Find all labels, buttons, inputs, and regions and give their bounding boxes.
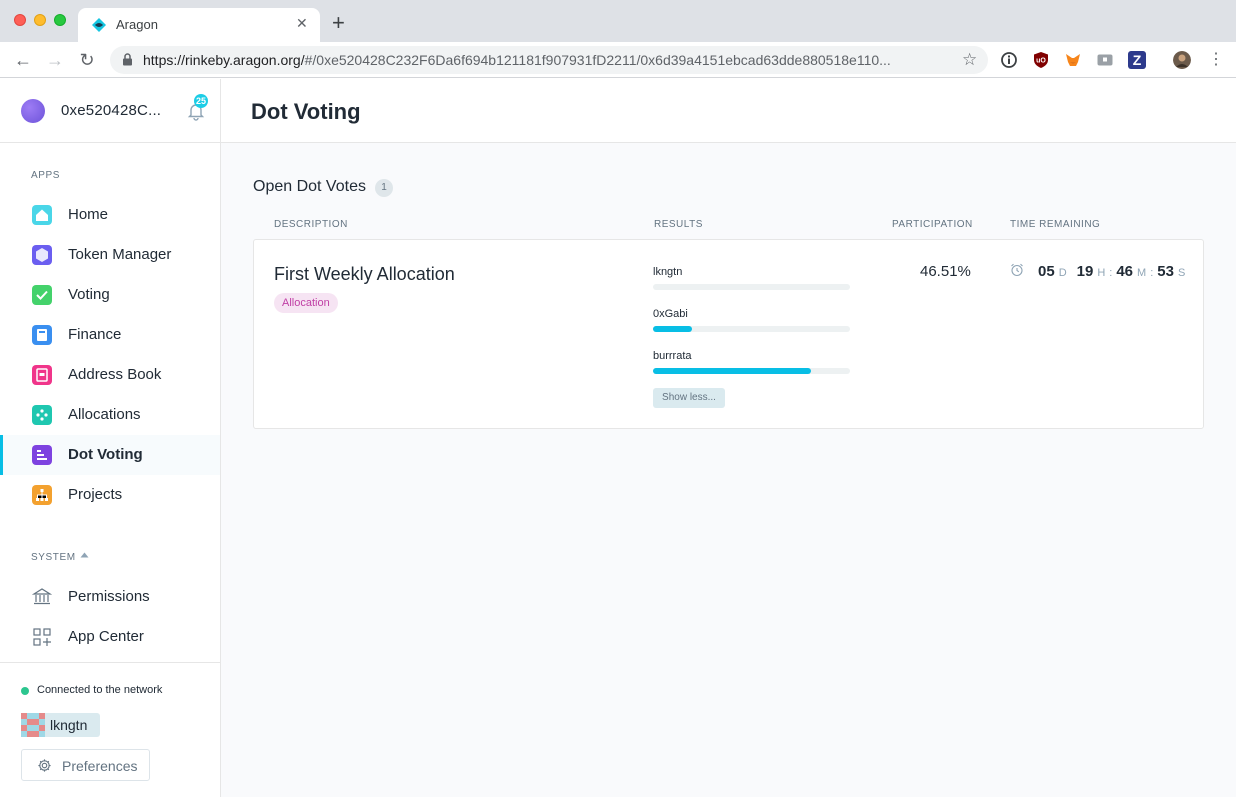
sidebar-item-label: Finance bbox=[68, 326, 122, 343]
sidebar-item-app-center[interactable]: App Center bbox=[0, 617, 220, 657]
browser-tabstrip: Aragon ✕ + bbox=[0, 0, 1236, 42]
zotero-extension-icon[interactable]: Z bbox=[1128, 51, 1146, 69]
voting-icon bbox=[32, 285, 52, 305]
result-bar-fill bbox=[653, 368, 811, 374]
column-header-description: DESCRIPTION bbox=[274, 219, 348, 230]
token-manager-icon bbox=[32, 245, 52, 265]
sidebar-item-label: Home bbox=[68, 206, 109, 223]
lock-icon bbox=[123, 53, 132, 66]
preferences-label: Preferences bbox=[62, 758, 138, 774]
column-header-time-remaining: TIME REMAINING bbox=[1010, 219, 1101, 230]
preferences-button[interactable]: Preferences bbox=[21, 749, 150, 781]
metamask-extension-icon[interactable] bbox=[1064, 51, 1082, 69]
tab-close-icon[interactable]: ✕ bbox=[296, 15, 308, 32]
chevron-up-icon[interactable] bbox=[80, 552, 89, 558]
participation-value: 46.51% bbox=[920, 263, 971, 280]
sidebar-item-permissions[interactable]: Permissions bbox=[0, 577, 220, 617]
sidebar-item-label: Voting bbox=[68, 286, 110, 303]
bank-icon bbox=[32, 588, 52, 605]
sidebar: 0xe520428C... 25 APPS Home Token Manager V… bbox=[0, 79, 221, 797]
apps-section-label: APPS bbox=[31, 170, 61, 181]
dot-voting-icon bbox=[32, 445, 52, 465]
svg-text:uO: uO bbox=[1036, 58, 1046, 65]
reload-icon[interactable]: ↻ bbox=[77, 50, 97, 70]
identicon-avatar bbox=[21, 713, 45, 737]
sidebar-item-projects[interactable]: Projects bbox=[0, 475, 220, 515]
system-section-label: SYSTEM bbox=[31, 552, 76, 563]
cast-extension-icon[interactable] bbox=[1096, 51, 1114, 69]
gear-icon bbox=[38, 759, 51, 772]
home-icon bbox=[32, 205, 52, 225]
address-bar[interactable]: https://rinkeby.aragon.org/#/0xe520428C2… bbox=[110, 46, 988, 74]
result-bar-track bbox=[653, 326, 850, 332]
sidebar-item-voting[interactable]: Voting bbox=[0, 275, 220, 315]
svg-text:Z: Z bbox=[1133, 52, 1142, 68]
sidebar-item-dot-voting[interactable]: Dot Voting bbox=[0, 435, 220, 475]
address-book-icon bbox=[32, 365, 52, 385]
sidebar-item-token-manager[interactable]: Token Manager bbox=[0, 235, 220, 275]
projects-icon bbox=[32, 485, 52, 505]
forward-icon[interactable]: → bbox=[45, 50, 65, 70]
window-zoom-button[interactable] bbox=[54, 14, 66, 26]
time-remaining: 05 D 19 H:46 M:53 S bbox=[1038, 263, 1186, 280]
vote-type-tag: Allocation bbox=[274, 293, 338, 313]
vote-row[interactable]: First Weekly Allocation Allocation lkngt… bbox=[253, 239, 1204, 429]
sidebar-item-finance[interactable]: Finance bbox=[0, 315, 220, 355]
column-header-results: RESULTS bbox=[654, 219, 703, 230]
browser-menu-icon[interactable]: ⋮ bbox=[1208, 50, 1224, 70]
window-minimize-button[interactable] bbox=[34, 14, 46, 26]
app-center-icon bbox=[33, 628, 51, 646]
sidebar-item-label: Permissions bbox=[68, 588, 150, 605]
result-option-label: lkngtn bbox=[653, 266, 683, 278]
new-tab-button[interactable]: + bbox=[332, 12, 345, 34]
alarm-clock-icon bbox=[1011, 263, 1023, 277]
url-text: https://rinkeby.aragon.org/#/0xe520428C2… bbox=[143, 52, 891, 68]
sidebar-item-address-book[interactable]: Address Book bbox=[0, 355, 220, 395]
user-chip[interactable]: lkngtn bbox=[21, 713, 100, 737]
bookmark-star-icon[interactable]: ☆ bbox=[962, 50, 977, 70]
result-bar-track bbox=[653, 368, 850, 374]
sidebar-item-label: Allocations bbox=[68, 406, 141, 423]
browser-toolbar: ← → ↻ https://rinkeby.aragon.org/#/0xe52… bbox=[0, 42, 1236, 78]
profile-avatar-icon[interactable] bbox=[1173, 51, 1191, 69]
section-title: Open Dot Votes bbox=[253, 178, 366, 195]
account-avatar bbox=[21, 99, 45, 123]
sidebar-item-label: App Center bbox=[68, 628, 144, 645]
sidebar-item-label: Dot Voting bbox=[68, 446, 143, 463]
result-bar-track bbox=[653, 284, 850, 290]
notification-badge: 25 bbox=[194, 94, 209, 108]
aragon-favicon-icon bbox=[92, 18, 106, 32]
tab-title: Aragon bbox=[116, 17, 158, 32]
result-bar-fill bbox=[653, 326, 693, 332]
sidebar-item-home[interactable]: Home bbox=[0, 195, 220, 235]
network-status-dot bbox=[21, 687, 29, 695]
sidebar-item-label: Token Manager bbox=[68, 246, 172, 263]
finance-icon bbox=[32, 325, 52, 345]
browser-tab[interactable]: Aragon ✕ bbox=[78, 8, 320, 42]
user-name: lkngtn bbox=[50, 717, 88, 733]
page-header: Dot Voting bbox=[221, 79, 1236, 143]
column-header-participation: PARTICIPATION bbox=[892, 219, 973, 230]
window-close-button[interactable] bbox=[14, 14, 26, 26]
network-status-text: Connected to the network bbox=[37, 684, 163, 696]
back-icon[interactable]: ← bbox=[13, 50, 33, 70]
section-count-badge: 1 bbox=[375, 179, 393, 197]
sidebar-footer: Connected to the network lkngtn Preferen… bbox=[0, 662, 220, 797]
info-extension-icon[interactable] bbox=[1000, 51, 1018, 69]
ublock-extension-icon[interactable]: uO bbox=[1032, 51, 1050, 69]
main-content: Dot Voting Open Dot Votes 1 DESCRIPTION … bbox=[221, 79, 1236, 797]
account-address: 0xe520428C... bbox=[61, 102, 162, 119]
sidebar-item-allocations[interactable]: Allocations bbox=[0, 395, 220, 435]
allocations-icon bbox=[32, 405, 52, 425]
sidebar-item-label: Projects bbox=[68, 486, 123, 503]
page-title: Dot Voting bbox=[251, 99, 361, 124]
result-option-label: burrrata bbox=[653, 350, 692, 362]
result-option-label: 0xGabi bbox=[653, 308, 688, 320]
sidebar-item-label: Address Book bbox=[68, 366, 162, 383]
account-header[interactable]: 0xe520428C... 25 bbox=[0, 79, 220, 143]
vote-description: First Weekly Allocation bbox=[274, 264, 455, 284]
show-less-button[interactable]: Show less... bbox=[653, 388, 725, 408]
